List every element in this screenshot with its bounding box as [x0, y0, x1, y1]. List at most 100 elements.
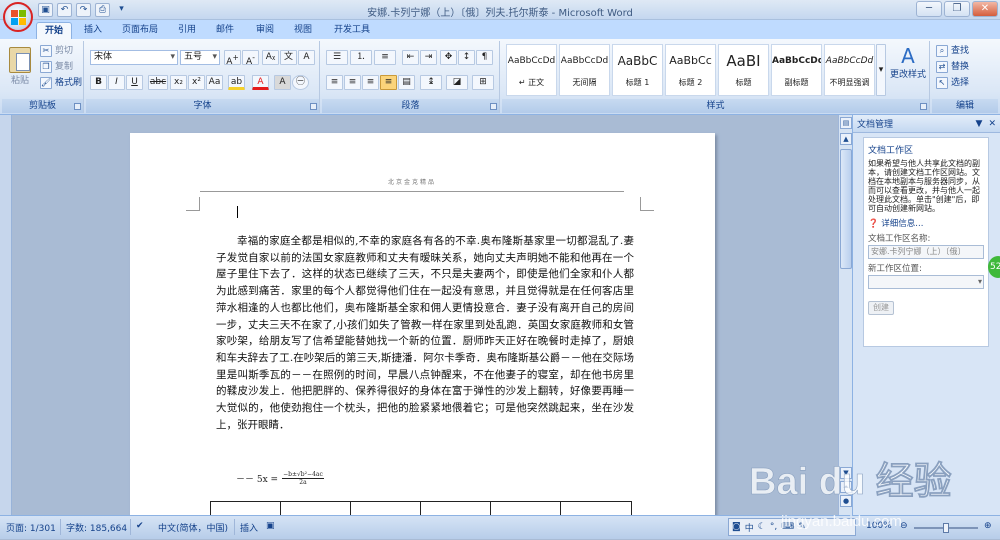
browse-object-icon[interactable]: ● [840, 495, 852, 507]
body-paragraph[interactable]: 幸福的家庭全都是相似的,不幸的家庭各有各的不幸.奥布隆斯基家里一切都混乱了.妻子… [216, 233, 634, 433]
copy-button[interactable]: ❐ 复制 [40, 60, 73, 74]
tab-page-layout[interactable]: 页面布局 [118, 22, 162, 39]
cut-button[interactable]: ✂ 剪切 [40, 44, 73, 58]
tab-references[interactable]: 引用 [174, 22, 200, 39]
align-right-icon[interactable]: ≡ [362, 75, 379, 90]
phonetic-guide-icon[interactable]: 文 [280, 50, 297, 65]
tab-insert[interactable]: 插入 [80, 22, 106, 39]
scroll-up-icon[interactable]: ▲ [840, 133, 852, 145]
tab-home[interactable]: 开始 [36, 22, 72, 39]
equation[interactable]: －－ 5x = −b±√b²−4ac 2a [236, 471, 324, 486]
previous-page-icon[interactable]: ⏶ [840, 481, 852, 493]
superscript-button[interactable]: x² [188, 75, 205, 90]
word-count[interactable]: 字数: 185,664 [66, 521, 127, 534]
clipboard-launcher-icon[interactable] [74, 103, 81, 110]
page-count[interactable]: 页面: 1/301 [6, 521, 56, 534]
sort-icon[interactable]: ↕ [458, 50, 475, 65]
shrink-font-icon[interactable]: A- [242, 50, 259, 67]
ruler-toggle-icon[interactable]: ▤ [840, 117, 852, 129]
vertical-scrollbar[interactable]: ▤ ▲ ▼ ⏶ ● [838, 115, 852, 515]
macro-record-icon[interactable]: ▣ [266, 521, 275, 531]
style-subtle-emphasis[interactable]: AaBbCcDd 不明显强调 [824, 44, 875, 96]
tab-developer[interactable]: 开发工具 [330, 22, 374, 39]
style-heading-1[interactable]: AaBbC 标题 1 [612, 44, 663, 96]
italic-button[interactable]: I [108, 75, 125, 90]
format-painter-button[interactable]: 🖌 格式刷 [40, 76, 82, 90]
document-table[interactable] [210, 501, 632, 515]
office-button[interactable] [3, 2, 33, 32]
table-cell[interactable] [561, 502, 631, 515]
bullets-icon[interactable]: ☰ [326, 50, 348, 65]
table-cell[interactable] [491, 502, 561, 515]
paragraph-launcher-icon[interactable] [490, 103, 497, 110]
numbering-icon[interactable]: ⒈ [350, 50, 372, 65]
borders-icon[interactable]: ⊞ [472, 75, 494, 90]
align-center-icon[interactable]: ≡ [344, 75, 361, 90]
align-left-icon[interactable]: ≡ [326, 75, 343, 90]
zoom-level[interactable]: 100% [866, 521, 892, 531]
font-launcher-icon[interactable] [310, 103, 317, 110]
scroll-thumb[interactable] [840, 149, 852, 269]
chinese-layout-icon[interactable]: ✥ [440, 50, 457, 65]
tab-review[interactable]: 审阅 [252, 22, 278, 39]
table-cell[interactable] [281, 502, 351, 515]
clear-format-icon[interactable]: Aᵪ [262, 50, 279, 65]
zoom-slider-thumb[interactable] [943, 523, 949, 533]
table-cell[interactable] [421, 502, 491, 515]
zoom-in-icon[interactable]: ⊕ [984, 521, 992, 531]
ime-mode[interactable]: 中 [745, 521, 754, 534]
table-cell[interactable] [351, 502, 421, 515]
line-spacing-icon[interactable]: ↨ [420, 75, 442, 90]
ime-punct-icon[interactable]: °, [770, 522, 777, 532]
find-button[interactable]: ⌕ 查找 [936, 44, 969, 58]
table-cell[interactable] [211, 502, 281, 515]
create-button[interactable]: 创建 [868, 301, 894, 315]
styles-scroll-icon[interactable]: ▾ [876, 44, 886, 96]
change-styles-button[interactable]: A 更改样式 [888, 45, 928, 80]
distributed-icon[interactable]: ▤ [398, 75, 415, 90]
char-border-icon[interactable]: A [298, 50, 315, 65]
font-size-select[interactable]: 五号 [180, 50, 220, 65]
multilevel-list-icon[interactable]: ≡ [374, 50, 396, 65]
style-subtitle[interactable]: AaBbCcDd 副标题 [771, 44, 822, 96]
document-page[interactable]: 北京金克精品 幸福的家庭全都是相似的,不幸的家庭各有各的不幸.奥布隆斯基家里一切… [130, 133, 715, 515]
justify-icon[interactable]: ≡ [380, 75, 397, 90]
close-icon[interactable]: ✕ [972, 1, 998, 17]
restore-icon[interactable]: ❐ [944, 1, 970, 17]
font-name-select[interactable]: 宋体 [90, 50, 178, 65]
underline-button[interactable]: U [126, 75, 143, 90]
workspace-location-select[interactable]: ▾ [868, 275, 984, 289]
style-normal[interactable]: AaBbCcDd ↵ 正文 [506, 44, 557, 96]
spellcheck-icon[interactable]: ✔ [136, 521, 144, 531]
minimize-icon[interactable]: ─ [916, 1, 942, 17]
ime-tool-icon[interactable]: ✎ [798, 522, 806, 532]
font-color-icon[interactable]: A [252, 75, 269, 90]
select-button[interactable]: ↖ 选择 [936, 76, 969, 90]
subscript-button[interactable]: x₂ [170, 75, 187, 90]
pane-menu-icon[interactable]: ▼ [976, 119, 983, 129]
grow-font-icon[interactable]: A+ [224, 50, 241, 67]
details-link[interactable]: ❓ 详细信息... [868, 217, 984, 229]
ime-keyboard-icon[interactable]: ⌨ [781, 522, 794, 532]
zoom-slider[interactable] [914, 523, 978, 533]
increase-indent-icon[interactable]: ⇥ [420, 50, 437, 65]
style-no-spacing[interactable]: AaBbCcDd 无间隔 [559, 44, 610, 96]
zoom-out-icon[interactable]: ⊖ [900, 521, 908, 531]
strikethrough-button[interactable]: abc [148, 75, 168, 90]
tab-mailings[interactable]: 邮件 [212, 22, 238, 39]
decrease-indent-icon[interactable]: ⇤ [402, 50, 419, 65]
highlight-icon[interactable]: ab [228, 75, 245, 90]
enclose-char-icon[interactable]: ㊀ [292, 75, 309, 90]
insert-mode[interactable]: 插入 [240, 521, 258, 534]
change-case-button[interactable]: Aa [206, 75, 223, 90]
shading-icon[interactable]: ◪ [446, 75, 468, 90]
ime-moon-icon[interactable]: ☾ [758, 522, 766, 532]
language-indicator[interactable]: 中文(简体，中国) [158, 521, 228, 534]
styles-launcher-icon[interactable] [920, 103, 927, 110]
workspace-name-input[interactable]: 安娜.卡列宁娜（上）〔俄〕 [868, 245, 984, 259]
replace-button[interactable]: ⇄ 替换 [936, 60, 969, 74]
pane-close-icon[interactable]: ✕ [988, 119, 996, 129]
bold-button[interactable]: B [90, 75, 107, 90]
ime-logo-icon[interactable]: ◙ [732, 522, 741, 532]
scroll-down-icon[interactable]: ▼ [840, 467, 852, 479]
